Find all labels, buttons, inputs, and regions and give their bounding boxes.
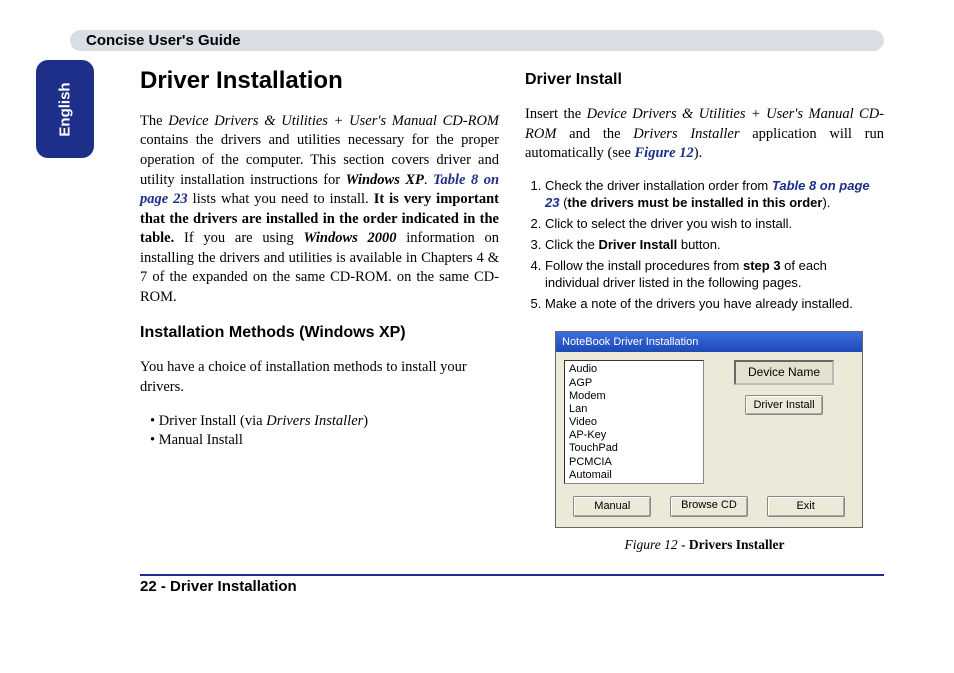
list-item: Manual Install (150, 431, 499, 451)
figure-caption: Figure 12 - Drivers Installer (525, 536, 884, 554)
page-title: Driver Installation (140, 65, 499, 97)
installer-titlebar: NoteBook Driver Installation (556, 332, 862, 353)
list-item: Make a note of the drivers you have alre… (545, 296, 884, 313)
list-item[interactable]: PCMCIA (569, 456, 699, 469)
install-methods-intro: You have a choice of installation method… (140, 358, 499, 397)
list-item: Click the Driver Install button. (545, 237, 884, 254)
device-name-label: Device Name (734, 360, 834, 384)
page-footer: 22 - Driver Installation (140, 576, 954, 595)
language-tab-label: English (56, 82, 73, 136)
right-column: Driver Install Insert the Device Drivers… (525, 61, 884, 554)
figure12-link[interactable]: Figure 12 (635, 145, 694, 161)
list-item[interactable]: Audio (569, 363, 699, 376)
installer-window: NoteBook Driver Installation Audio AGP M… (555, 331, 863, 529)
intro-paragraph: The Device Drivers & Utilities + User's … (140, 112, 499, 308)
driver-install-heading: Driver Install (525, 69, 884, 91)
list-item: Click to select the driver you wish to i… (545, 216, 884, 233)
driver-install-intro: Insert the Device Drivers & Utilities + … (525, 105, 884, 164)
list-item: Driver Install (via Drivers Installer) (150, 412, 499, 432)
header-bar: Concise User's Guide (70, 30, 884, 51)
list-item: Check the driver installation order from… (545, 178, 884, 212)
manual-button[interactable]: Manual (573, 496, 651, 517)
browse-cd-button[interactable]: Browse CD (670, 496, 748, 517)
list-item[interactable]: Modem (569, 390, 699, 403)
left-column: Driver Installation The Device Drivers &… (140, 61, 499, 554)
list-item[interactable]: AGP (569, 377, 699, 390)
language-tab: English (36, 60, 94, 158)
install-methods-list: Driver Install (via Drivers Installer) M… (140, 412, 499, 451)
install-steps: Check the driver installation order from… (525, 178, 884, 312)
list-item[interactable]: AP-Key (569, 429, 699, 442)
driver-listbox[interactable]: Audio AGP Modem Lan Video AP-Key TouchPa… (564, 360, 704, 484)
list-item: Follow the install procedures from step … (545, 258, 884, 292)
list-item[interactable]: Video (569, 416, 699, 429)
list-item[interactable]: TouchPad (569, 442, 699, 455)
list-item[interactable]: Lan (569, 403, 699, 416)
install-methods-heading: Installation Methods (Windows XP) (140, 322, 499, 344)
list-item[interactable]: Automail (569, 469, 699, 482)
driver-install-button[interactable]: Driver Install (745, 395, 823, 416)
exit-button[interactable]: Exit (767, 496, 845, 517)
